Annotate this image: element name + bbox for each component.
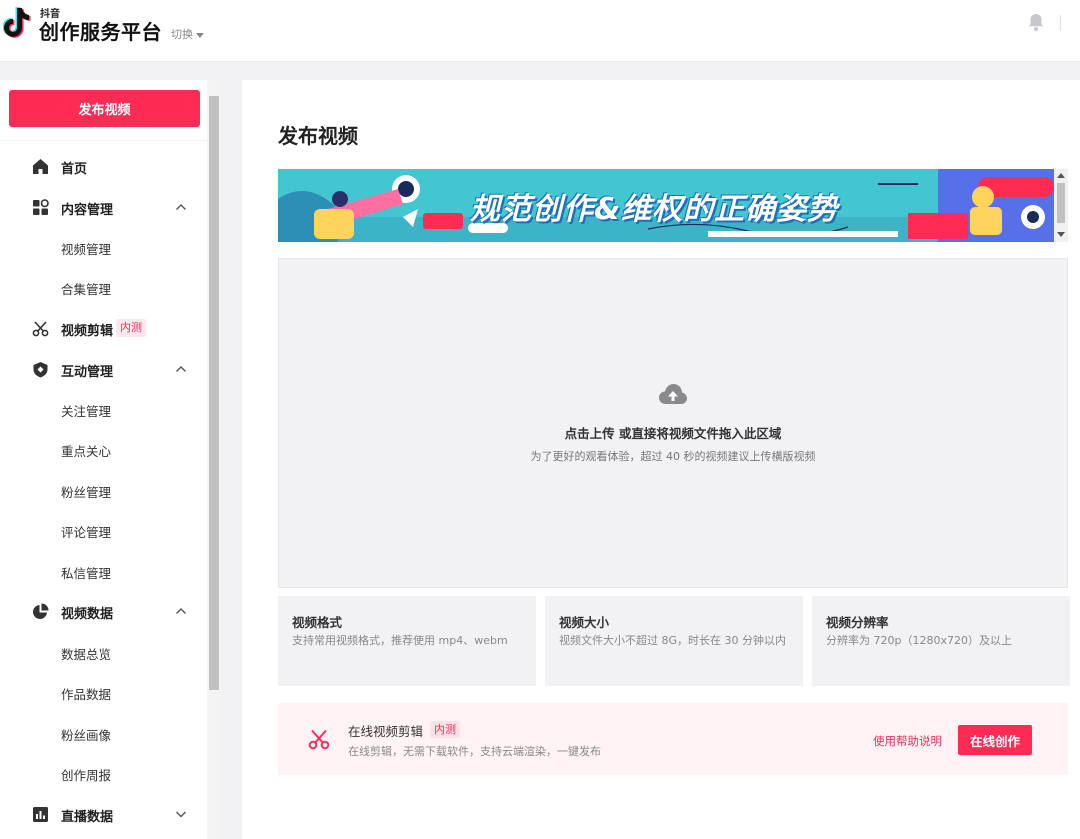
chevron-up-icon xyxy=(176,366,186,372)
sidebar-item-video-data[interactable]: 视频数据 xyxy=(0,599,207,623)
pie-chart-icon xyxy=(33,603,49,619)
editor-title: 在线视频剪辑 xyxy=(348,724,424,739)
editor-subtitle: 在线剪辑，无需下载软件，支持云端渲染，一键发布 xyxy=(348,745,601,758)
sidebar-item-label: 互动管理 xyxy=(61,365,114,380)
sidebar-item-label: 内容管理 xyxy=(61,203,114,218)
top-header: 抖音 创作服务平台 切换 xyxy=(0,0,1080,62)
chevron-down-icon xyxy=(176,811,186,818)
douyin-logo-icon[interactable] xyxy=(3,6,33,40)
sidebar-subitem-weekly-report[interactable]: 创作周报 xyxy=(61,765,111,784)
beta-badge: 内测 xyxy=(116,319,146,337)
sidebar-item-label: 视频剪辑 xyxy=(61,324,114,339)
sidebar-subitem-works-data[interactable]: 作品数据 xyxy=(61,684,111,703)
upload-hint: 为了更好的观看体验，超过 40 秒的视频建议上传横版视频 xyxy=(530,450,816,463)
info-card-desc: 分辨率为 720p（1280x720）及以上 xyxy=(826,634,1012,647)
sidebar-subitem-key-concern[interactable]: 重点关心 xyxy=(61,441,111,460)
scroll-down-arrow-icon[interactable] xyxy=(1057,232,1065,237)
sidebar-subitem-fans[interactable]: 粉丝管理 xyxy=(61,482,111,501)
sidebar-subitem-fan-profile[interactable]: 粉丝画像 xyxy=(61,725,111,744)
sidebar-item-label: 首页 xyxy=(61,162,88,177)
sidebar-subitem-comments[interactable]: 评论管理 xyxy=(61,522,111,541)
info-card-title: 视频分辨率 xyxy=(826,615,889,630)
beta-badge: 内测 xyxy=(430,721,460,738)
sidebar-item-interaction-management[interactable]: 互动管理 xyxy=(0,357,207,381)
sidebar-divider xyxy=(0,140,207,141)
switch-dropdown[interactable]: 切换 xyxy=(171,26,204,42)
switch-label: 切换 xyxy=(171,28,193,41)
help-link[interactable]: 使用帮助说明 xyxy=(873,733,942,749)
sidebar-subitem-video-management[interactable]: 视频管理 xyxy=(61,239,111,258)
cloud-upload-icon xyxy=(659,384,687,404)
grid-icon xyxy=(33,199,49,215)
banner-scrollbar[interactable] xyxy=(1054,169,1068,242)
promo-banner[interactable]: 规范创作&维权的正确姿势 xyxy=(278,169,1054,242)
header-divider xyxy=(1060,15,1061,31)
info-card-desc: 视频文件大小不超过 8G，时长在 30 分钟以内 xyxy=(559,634,787,647)
info-card-desc: 支持常用视频格式，推荐使用 mp4、webm xyxy=(292,634,508,647)
chevron-up-icon xyxy=(176,608,186,614)
sidebar-subitem-following[interactable]: 关注管理 xyxy=(61,401,111,420)
sidebar-item-video-editing[interactable]: 视频剪辑 内测 xyxy=(0,316,207,340)
banner-scrollbar-thumb[interactable] xyxy=(1057,183,1065,223)
banner-headline: 规范创作&维权的正确姿势 xyxy=(470,192,839,227)
online-create-button[interactable]: 在线创作 xyxy=(958,725,1032,755)
sidebar-scrollbar-thumb[interactable] xyxy=(209,96,219,690)
scissors-icon xyxy=(32,321,49,337)
info-card-title: 视频格式 xyxy=(292,615,343,630)
info-card-size: 视频大小 视频文件大小不超过 8G，时长在 30 分钟以内 xyxy=(545,596,803,686)
scroll-up-arrow-icon[interactable] xyxy=(1057,173,1065,178)
sidebar-item-label: 视频数据 xyxy=(61,607,114,622)
sidebar-subitem-data-overview[interactable]: 数据总览 xyxy=(61,644,111,663)
info-card-format: 视频格式 支持常用视频格式，推荐使用 mp4、webm xyxy=(278,596,536,686)
upload-title: 点击上传 或直接将视频文件拖入此区域 xyxy=(564,426,782,441)
upload-dropzone[interactable]: 点击上传 或直接将视频文件拖入此区域 为了更好的观看体验，超过 40 秒的视频建… xyxy=(278,258,1068,588)
sidebar-item-home[interactable]: 首页 xyxy=(0,154,207,178)
sidebar-subitem-collection-management[interactable]: 合集管理 xyxy=(61,279,111,298)
info-card-title: 视频大小 xyxy=(559,615,610,630)
home-icon xyxy=(33,159,48,174)
sidebar-item-content-management[interactable]: 内容管理 xyxy=(0,195,207,219)
sidebar-item-live-data[interactable]: 直播数据 xyxy=(0,802,207,826)
online-editor-bar: 在线视频剪辑 内测 在线剪辑，无需下载软件，支持云端渲染，一键发布 使用帮助说明… xyxy=(278,703,1068,775)
page-title: 发布视频 xyxy=(278,124,358,148)
caret-down-icon xyxy=(196,32,204,38)
platform-title[interactable]: 创作服务平台 xyxy=(39,16,162,45)
sidebar: 发布视频 首页 内容管理 视频管理 合集管理 视频剪辑 内测 互动管理 关注管理… xyxy=(0,80,207,839)
shield-icon xyxy=(33,362,48,378)
sidebar-subitem-messages[interactable]: 私信管理 xyxy=(61,563,111,582)
main-content: 发布视频 规范创作&维权的正确姿势 点击上传 或直接将视频文件拖入此区域 为了更… xyxy=(242,80,1080,839)
info-card-resolution: 视频分辨率 分辨率为 720p（1280x720）及以上 xyxy=(812,596,1070,686)
bar-chart-icon xyxy=(33,807,48,822)
sidebar-item-label: 直播数据 xyxy=(61,810,114,825)
chevron-up-icon xyxy=(176,204,186,210)
bell-icon[interactable] xyxy=(1026,12,1046,32)
publish-video-button[interactable]: 发布视频 xyxy=(9,90,200,127)
scissors-icon xyxy=(308,729,330,750)
